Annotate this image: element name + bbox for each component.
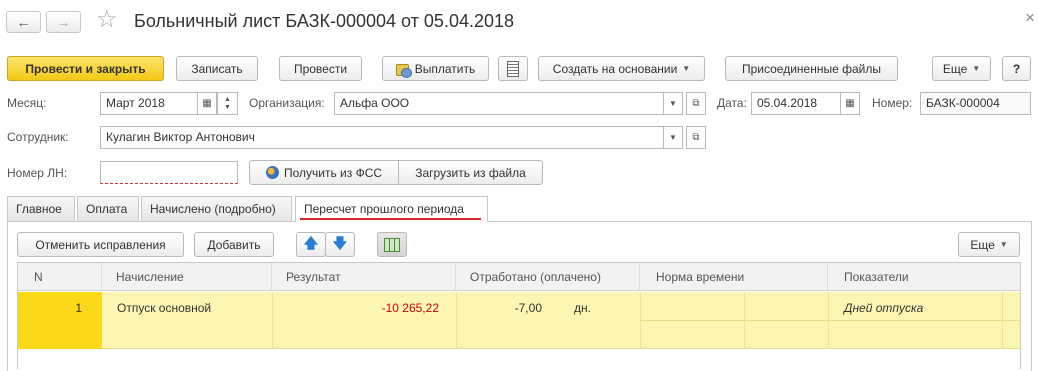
arrow-down-icon: 🡇 <box>332 234 348 251</box>
move-down-button[interactable]: 🡇 <box>325 232 355 257</box>
page-title: Больничный лист БАЗК-000004 от 05.04.201… <box>134 11 515 31</box>
post-and-close-label: Провести и закрыть <box>25 61 146 76</box>
load-from-file-button[interactable]: Загрузить из файла <box>398 160 543 185</box>
cell-indicators[interactable]: Дней отпуска <box>844 301 923 315</box>
dropdown-arrow-icon: ▼ <box>999 240 1008 249</box>
col-divider <box>828 292 829 349</box>
help-button[interactable]: ? <box>1002 56 1031 81</box>
date-field[interactable]: 05.04.2018 <box>751 92 841 115</box>
tab-main-label: Главное <box>16 202 62 216</box>
organization-label: Организация: <box>249 96 325 110</box>
tab-accrued-detailed-label: Начислено (подробно) <box>150 202 276 216</box>
date-label: Дата: <box>717 96 747 110</box>
number-label: Номер: <box>872 96 913 110</box>
active-tab-underline <box>300 218 481 220</box>
get-from-fss-label: Получить из ФСС <box>283 165 383 180</box>
col-divider <box>640 292 641 349</box>
chevron-down-icon[interactable]: ▼ <box>663 92 683 115</box>
load-from-file-label: Загрузить из файла <box>415 165 526 180</box>
more-label: Еще <box>942 61 968 76</box>
tab-main[interactable]: Главное <box>7 196 75 221</box>
col-header-norm[interactable]: Норма времени <box>640 263 828 291</box>
cancel-corrections-label: Отменить исправления <box>35 237 166 252</box>
forward-arrow-icon: → <box>56 14 71 30</box>
tab-past-period-recalc-label: Пересчет прошлого периода <box>304 202 464 216</box>
tab-payment-label: Оплата <box>86 202 128 216</box>
cell-result[interactable]: -10 265,22 <box>272 301 439 315</box>
cell-accrual[interactable]: Отпуск основной <box>117 301 211 315</box>
document-list-icon <box>507 60 519 77</box>
back-arrow-icon: ← <box>16 14 31 30</box>
col-header-worked[interactable]: Отработано (оплачено) <box>456 263 640 291</box>
table-settings-button[interactable] <box>377 232 407 257</box>
chevron-down-icon[interactable]: ▼ <box>663 126 683 149</box>
month-field[interactable]: Март 2018 <box>100 92 198 115</box>
table-more-label: Еще <box>970 237 995 252</box>
row-divider <box>640 320 1020 321</box>
table-grid-icon <box>384 237 400 252</box>
favorite-star-icon[interactable]: ☆ <box>96 7 118 33</box>
tab-payment[interactable]: Оплата <box>77 196 139 221</box>
move-up-button[interactable]: 🡅 <box>296 232 326 257</box>
print-list-button[interactable] <box>498 56 528 81</box>
col-header-worked-label: Отработано (оплачено) <box>470 270 601 284</box>
col-header-n[interactable]: N <box>18 263 102 291</box>
cell-n: 1 <box>75 301 82 315</box>
col-header-indicators-label: Показатели <box>844 270 909 284</box>
organization-field[interactable]: Альфа ООО <box>334 92 664 115</box>
post-button[interactable]: Провести <box>279 56 362 81</box>
open-link-icon[interactable]: ⧉ <box>686 92 706 115</box>
col-header-result[interactable]: Результат <box>272 263 456 291</box>
post-label: Провести <box>293 61 348 76</box>
col-header-n-label: N <box>34 270 43 284</box>
money-icon <box>395 62 412 78</box>
more-menu-button[interactable]: Еще ▼ <box>932 56 991 81</box>
add-label: Добавить <box>207 237 261 252</box>
save-label: Записать <box>191 61 243 76</box>
col-header-norm-label: Норма времени <box>656 270 745 284</box>
help-label: ? <box>1012 61 1021 76</box>
cell-unit: дн. <box>574 301 591 315</box>
arrow-up-icon: 🡅 <box>303 234 319 251</box>
col-header-accrual[interactable]: Начисление <box>102 263 272 291</box>
add-button[interactable]: Добавить <box>194 232 274 257</box>
calendar-icon[interactable]: ▦ <box>197 92 217 115</box>
col-header-result-label: Результат <box>286 270 341 284</box>
save-button[interactable]: Записать <box>176 56 258 81</box>
pay-button[interactable]: Выплатить <box>382 56 489 81</box>
attached-files-button[interactable]: Присоединенные файлы <box>725 56 898 81</box>
tab-accrued-detailed[interactable]: Начислено (подробно) <box>141 196 292 221</box>
create-based-on-label: Создать на основании <box>552 61 678 76</box>
col-header-indicators[interactable]: Показатели <box>828 263 1020 291</box>
cell-worked[interactable]: -7,00 <box>456 301 542 315</box>
close-icon[interactable]: × <box>1025 8 1035 28</box>
cancel-corrections-button[interactable]: Отменить исправления <box>17 232 184 257</box>
ln-number-label: Номер ЛН: <box>7 166 68 180</box>
create-based-on-button[interactable]: Создать на основании ▼ <box>538 56 705 81</box>
dropdown-arrow-icon: ▼ <box>972 64 981 73</box>
employee-field[interactable]: Кулагин Виктор Антонович <box>100 126 664 149</box>
open-link-icon[interactable]: ⧉ <box>686 126 706 149</box>
dropdown-arrow-icon: ▼ <box>682 64 691 73</box>
fss-logo-icon <box>265 166 279 179</box>
ln-number-field[interactable] <box>100 161 238 184</box>
employee-label: Сотрудник: <box>7 130 69 144</box>
attached-files-label: Присоединенные файлы <box>742 61 881 76</box>
get-from-fss-button[interactable]: Получить из ФСС <box>249 160 399 185</box>
calendar-icon[interactable]: ▦ <box>840 92 860 115</box>
col-header-accrual-label: Начисление <box>116 270 184 284</box>
pay-label: Выплатить <box>414 61 476 76</box>
table-more-button[interactable]: Еще ▼ <box>958 232 1020 257</box>
month-stepper[interactable]: ▲ ▼ <box>217 92 238 115</box>
col-divider <box>1002 292 1003 349</box>
post-and-close-button[interactable]: Провести и закрыть <box>7 56 164 81</box>
number-field[interactable]: БАЗК-000004 <box>920 92 1031 115</box>
month-label: Месяц: <box>7 96 47 110</box>
back-button[interactable]: ← <box>6 11 41 33</box>
col-divider <box>744 292 745 349</box>
forward-button[interactable]: → <box>46 11 81 33</box>
